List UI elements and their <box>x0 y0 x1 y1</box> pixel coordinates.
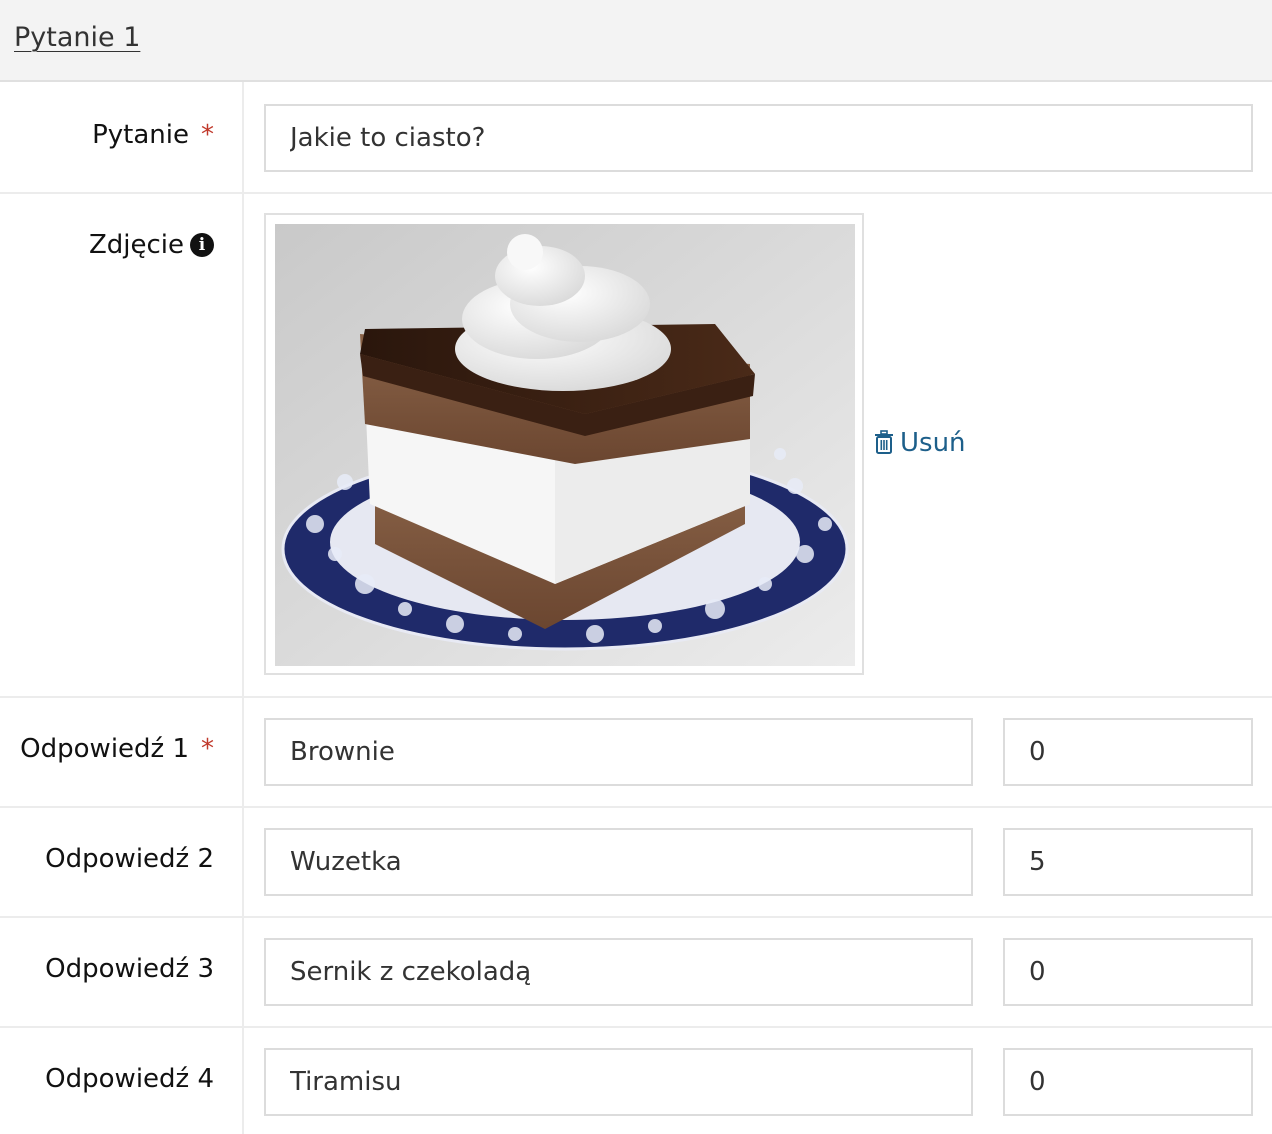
answer-1-label-text: Odpowiedź 1 <box>20 734 189 764</box>
delete-photo-button[interactable]: Usuń <box>874 426 966 460</box>
question-label-text: Pytanie <box>92 120 189 150</box>
info-circle-icon[interactable]: i <box>190 233 214 257</box>
answer-1-label: Odpowiedź 1 * <box>20 732 214 766</box>
answer-4-label-text: Odpowiedź 4 <box>45 1064 214 1094</box>
cake-photo <box>275 224 855 666</box>
section-title-link[interactable]: Pytanie 1 <box>14 22 140 53</box>
answer-2-points-input[interactable] <box>1003 828 1253 896</box>
row-divider <box>0 916 1272 918</box>
photo-label: Zdjęcie i <box>89 228 214 262</box>
photo-label-text: Zdjęcie <box>88 230 184 260</box>
answer-3-input[interactable] <box>264 938 973 1006</box>
answer-4-points-input[interactable] <box>1003 1048 1253 1116</box>
row-divider <box>0 806 1272 808</box>
row-divider <box>0 1026 1272 1028</box>
required-mark: * <box>201 734 214 764</box>
required-mark: * <box>201 120 214 150</box>
trash-icon <box>875 430 893 454</box>
answer-3-label-text: Odpowiedź 3 <box>45 954 214 984</box>
answer-1-input[interactable] <box>264 718 973 786</box>
column-divider <box>242 82 244 1134</box>
answer-2-input[interactable] <box>264 828 973 896</box>
answer-2-label: Odpowiedź 2 <box>45 842 214 876</box>
row-divider <box>0 696 1272 698</box>
answer-3-label: Odpowiedź 3 <box>45 952 214 986</box>
section-header: Pytanie 1 <box>0 0 1272 82</box>
question-label: Pytanie * <box>92 118 214 152</box>
photo-preview <box>264 213 864 675</box>
delete-photo-label: Usuń <box>900 428 966 458</box>
answer-4-label: Odpowiedź 4 <box>45 1062 214 1096</box>
answer-1-points-input[interactable] <box>1003 718 1253 786</box>
answer-3-points-input[interactable] <box>1003 938 1253 1006</box>
answer-4-input[interactable] <box>264 1048 973 1116</box>
row-divider <box>0 192 1272 194</box>
question-input[interactable] <box>264 104 1253 172</box>
answer-2-label-text: Odpowiedź 2 <box>45 844 214 874</box>
